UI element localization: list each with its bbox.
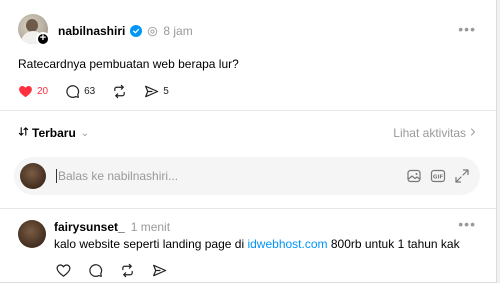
- share-icon[interactable]: [152, 263, 167, 278]
- chevron-down-icon: ⌄: [80, 127, 90, 139]
- like-button[interactable]: 20: [18, 84, 48, 99]
- chevron-right-icon: [470, 126, 476, 140]
- activity-link[interactable]: Lihat aktivitas: [393, 126, 476, 140]
- heart-icon: [18, 84, 33, 99]
- share-icon: [144, 84, 159, 99]
- reply-tools: GIF: [406, 168, 470, 184]
- reply-input[interactable]: [56, 169, 406, 183]
- gif-icon[interactable]: GIF: [430, 168, 446, 184]
- divider: [0, 208, 496, 209]
- share-count: 5: [163, 86, 169, 97]
- comment-link[interactable]: idwebhost.com: [247, 237, 327, 251]
- divider: [0, 110, 496, 111]
- comment-username[interactable]: fairysunset_: [54, 220, 125, 234]
- author-avatar[interactable]: +: [18, 14, 50, 46]
- thread-card: + nabilnashiri 8 jam ••• Ratecardnya pem…: [0, 0, 497, 283]
- comment-icon[interactable]: [88, 263, 103, 278]
- verified-icon: [130, 25, 143, 37]
- reply-avatar: [20, 163, 46, 189]
- comment-button[interactable]: 63: [65, 84, 95, 99]
- image-icon[interactable]: [406, 168, 422, 184]
- comment-actions: [56, 263, 167, 278]
- comment-icon: [65, 84, 80, 99]
- comment-avatar[interactable]: [18, 220, 46, 248]
- post-text: Ratecardnya pembuatan web berapa lur?: [18, 57, 239, 71]
- repost-button[interactable]: [112, 84, 127, 99]
- comment-text-after: 800rb untuk 1 tahun kak: [327, 237, 460, 251]
- comment-count: 63: [84, 86, 96, 97]
- post-meta: nabilnashiri 8 jam: [58, 24, 193, 38]
- more-icon[interactable]: •••: [458, 217, 476, 231]
- sort-icon: [18, 126, 29, 140]
- repost-icon[interactable]: [120, 263, 135, 278]
- repost-icon: [112, 84, 127, 99]
- comment-text: kalo website seperti landing page di idw…: [54, 237, 460, 251]
- heart-icon[interactable]: [56, 263, 71, 278]
- sort-dropdown[interactable]: Terbaru ⌄: [18, 126, 89, 140]
- comment-time: 1 menit: [130, 220, 171, 234]
- reply-box: GIF: [14, 157, 480, 195]
- comment-text-before: kalo website seperti landing page di: [54, 237, 248, 251]
- more-icon[interactable]: •••: [458, 22, 476, 36]
- svg-text:GIF: GIF: [433, 175, 444, 181]
- sort-label: Terbaru: [32, 126, 76, 140]
- expand-icon[interactable]: [454, 168, 470, 184]
- share-button[interactable]: 5: [144, 84, 169, 99]
- comment-meta: fairysunset_ 1 menit: [54, 220, 170, 234]
- post-time: 8 jam: [163, 24, 193, 38]
- like-count: 20: [37, 86, 49, 97]
- post-username[interactable]: nabilnashiri: [58, 24, 125, 38]
- threads-icon: [147, 26, 158, 37]
- post-actions: 20 63 5: [18, 84, 186, 99]
- activity-link-label: Lihat aktivitas: [393, 126, 466, 140]
- follow-plus-icon[interactable]: +: [36, 32, 50, 46]
- sort-row: Terbaru ⌄ Lihat aktivitas: [18, 126, 476, 140]
